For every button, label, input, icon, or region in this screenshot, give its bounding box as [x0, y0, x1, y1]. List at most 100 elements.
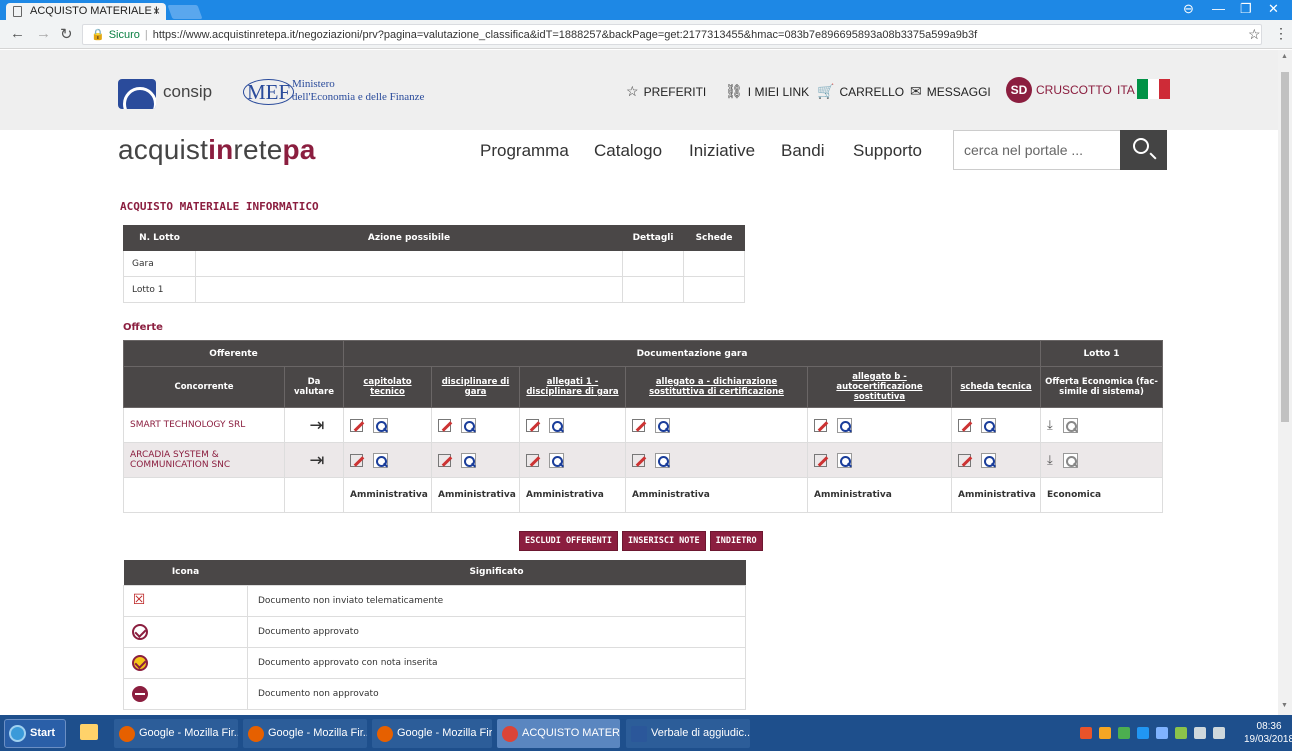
- magnifier-icon[interactable]: [1062, 417, 1078, 433]
- language-selector[interactable]: ITA: [1117, 83, 1135, 97]
- tray-app-icon[interactable]: [1099, 727, 1111, 739]
- table-row: Documento approvato: [123, 615, 746, 648]
- edit-icon[interactable]: [526, 418, 539, 432]
- consip-logo[interactable]: [118, 79, 156, 109]
- edit-icon[interactable]: [958, 453, 971, 467]
- inserisci-note-button[interactable]: INSERISCI NOTE: [622, 531, 706, 551]
- nav-iniziative[interactable]: Iniziative: [689, 141, 755, 161]
- magnifier-icon[interactable]: [981, 452, 996, 468]
- scroll-up-icon[interactable]: ▲: [1281, 53, 1288, 60]
- doc-cell: ⤓: [1040, 442, 1163, 478]
- col-allegato-b[interactable]: allegato b - autocertificazione sostitut…: [807, 366, 952, 408]
- search-button[interactable]: [1120, 130, 1167, 170]
- nav-bandi[interactable]: Bandi: [781, 141, 824, 161]
- system-clock[interactable]: 08:36 19/03/2018: [1244, 720, 1292, 746]
- carrello-label: CARRELLO: [839, 85, 905, 99]
- start-button[interactable]: Start: [4, 719, 66, 748]
- header-n-lotto: N. Lotto: [123, 225, 196, 251]
- miei-link-link[interactable]: ⛓ I MIEI LINK: [725, 83, 809, 100]
- tray-app-icon[interactable]: [1175, 727, 1187, 739]
- network-icon[interactable]: [1194, 727, 1206, 739]
- menu-dots-icon[interactable]: ⋮: [1274, 25, 1288, 42]
- new-tab-button[interactable]: [167, 5, 203, 19]
- edit-icon[interactable]: [438, 453, 451, 467]
- address-bar[interactable]: 🔒 Sicuro | https://www.acquistinretepa.it/n…: [82, 24, 1262, 45]
- magnifier-icon[interactable]: [837, 417, 852, 433]
- edit-icon[interactable]: [814, 453, 827, 467]
- magnifier-icon[interactable]: [549, 452, 564, 468]
- col-scheda-tecnica[interactable]: scheda tecnica: [951, 366, 1041, 408]
- indietro-button[interactable]: INDIETRO: [709, 531, 763, 551]
- tray-app-icon[interactable]: [1156, 727, 1168, 739]
- edit-icon[interactable]: [814, 418, 827, 432]
- category-cell: Economica: [1040, 477, 1163, 513]
- taskbar-item-firefox-1[interactable]: Google - Mozilla Fir...: [114, 719, 238, 748]
- escludi-offerenti-button[interactable]: ESCLUDI OFFERENTI: [519, 531, 618, 551]
- scroll-down-icon[interactable]: ▼: [1281, 702, 1288, 709]
- tray-app-icon[interactable]: [1118, 727, 1130, 739]
- magnifier-icon[interactable]: [373, 417, 388, 433]
- volume-icon[interactable]: [1213, 727, 1225, 739]
- enter-evaluation-icon[interactable]: ⇥: [284, 407, 344, 443]
- enter-evaluation-icon[interactable]: ⇥: [284, 442, 344, 478]
- edit-icon[interactable]: [350, 418, 363, 432]
- magnifier-icon[interactable]: [373, 452, 388, 468]
- taskbar-item-firefox-3[interactable]: Google - Mozilla Fir...: [372, 719, 492, 748]
- col-allegati-1[interactable]: allegati 1 - disciplinare di gara: [519, 366, 626, 408]
- edit-icon[interactable]: [438, 418, 451, 432]
- edit-icon[interactable]: [632, 453, 645, 467]
- magnifier-icon[interactable]: [461, 417, 476, 433]
- col-allegato-a[interactable]: allegato a - dichiarazione sostituttiva …: [625, 366, 808, 408]
- scroll-thumb[interactable]: [1281, 72, 1289, 422]
- consip-label[interactable]: consip: [163, 82, 212, 102]
- azione-cell: [195, 276, 623, 303]
- edit-icon[interactable]: [526, 453, 539, 467]
- tray-app-icon[interactable]: [1137, 727, 1149, 739]
- taskbar-item-chrome[interactable]: ACQUISTO MATERI...: [497, 719, 620, 748]
- italian-flag-icon[interactable]: [1137, 79, 1170, 99]
- carrello-link[interactable]: 🛒 CARRELLO: [817, 83, 904, 100]
- tab-close-icon[interactable]: ×: [153, 4, 160, 18]
- messaggi-label: MESSAGGI: [926, 85, 991, 99]
- search-input[interactable]: cerca nel portale ...: [953, 130, 1121, 170]
- download-icon[interactable]: ⤓: [1047, 418, 1053, 433]
- magnifier-icon[interactable]: [549, 417, 564, 433]
- magnifier-icon[interactable]: [461, 452, 476, 468]
- magnifier-icon[interactable]: [655, 452, 670, 468]
- tray-app-icon[interactable]: [1080, 727, 1092, 739]
- magnifier-icon[interactable]: [1062, 452, 1078, 468]
- messaggi-link[interactable]: ✉ MESSAGGI: [910, 83, 991, 100]
- close-window-button[interactable]: ✕: [1268, 1, 1279, 17]
- mef-logo[interactable]: MEF: [243, 79, 295, 105]
- file-explorer-icon[interactable]: [80, 724, 98, 740]
- download-icon[interactable]: ⤓: [1047, 453, 1053, 468]
- account-icon[interactable]: ⊖: [1183, 1, 1194, 17]
- taskbar-item-word[interactable]: Verbale di aggiudic...: [626, 719, 750, 748]
- portal-brand-logo[interactable]: acquistinretepa: [118, 134, 316, 166]
- nav-supporto[interactable]: Supporto: [853, 141, 922, 161]
- back-arrow-icon[interactable]: ←: [10, 25, 25, 42]
- user-avatar[interactable]: SD: [1006, 77, 1032, 103]
- edit-icon[interactable]: [632, 418, 645, 432]
- magnifier-icon[interactable]: [837, 452, 852, 468]
- minimize-button[interactable]: —: [1212, 1, 1225, 16]
- taskbar-item-firefox-2[interactable]: Google - Mozilla Fir...: [243, 719, 367, 748]
- cruscotto-link[interactable]: CRUSCOTTO: [1036, 83, 1112, 97]
- edit-icon[interactable]: [958, 418, 971, 432]
- nav-programma[interactable]: Programma: [480, 141, 569, 161]
- preferiti-link[interactable]: ☆ PREFERITI: [626, 83, 706, 100]
- nav-catalogo[interactable]: Catalogo: [594, 141, 662, 161]
- col-capitolato[interactable]: capitolato tecnico: [343, 366, 432, 408]
- magnifier-icon[interactable]: [981, 417, 996, 433]
- bookmark-star-icon[interactable]: ☆: [1248, 26, 1261, 43]
- page-title: ACQUISTO MATERIALE INFORMATICO: [120, 200, 319, 213]
- magnifier-icon[interactable]: [655, 417, 670, 433]
- reload-icon[interactable]: ↻: [60, 25, 73, 43]
- page-scrollbar[interactable]: ▲ ▼: [1278, 50, 1292, 715]
- maximize-button[interactable]: ❐: [1240, 1, 1252, 17]
- edit-icon[interactable]: [350, 453, 363, 467]
- browser-tab[interactable]: ACQUISTO MATERIALE I ×: [6, 3, 166, 20]
- col-disciplinare[interactable]: disciplinare di gara: [431, 366, 520, 408]
- forward-arrow-icon[interactable]: →: [36, 25, 51, 42]
- table-row: Documento approvato con nota inserita: [123, 646, 746, 679]
